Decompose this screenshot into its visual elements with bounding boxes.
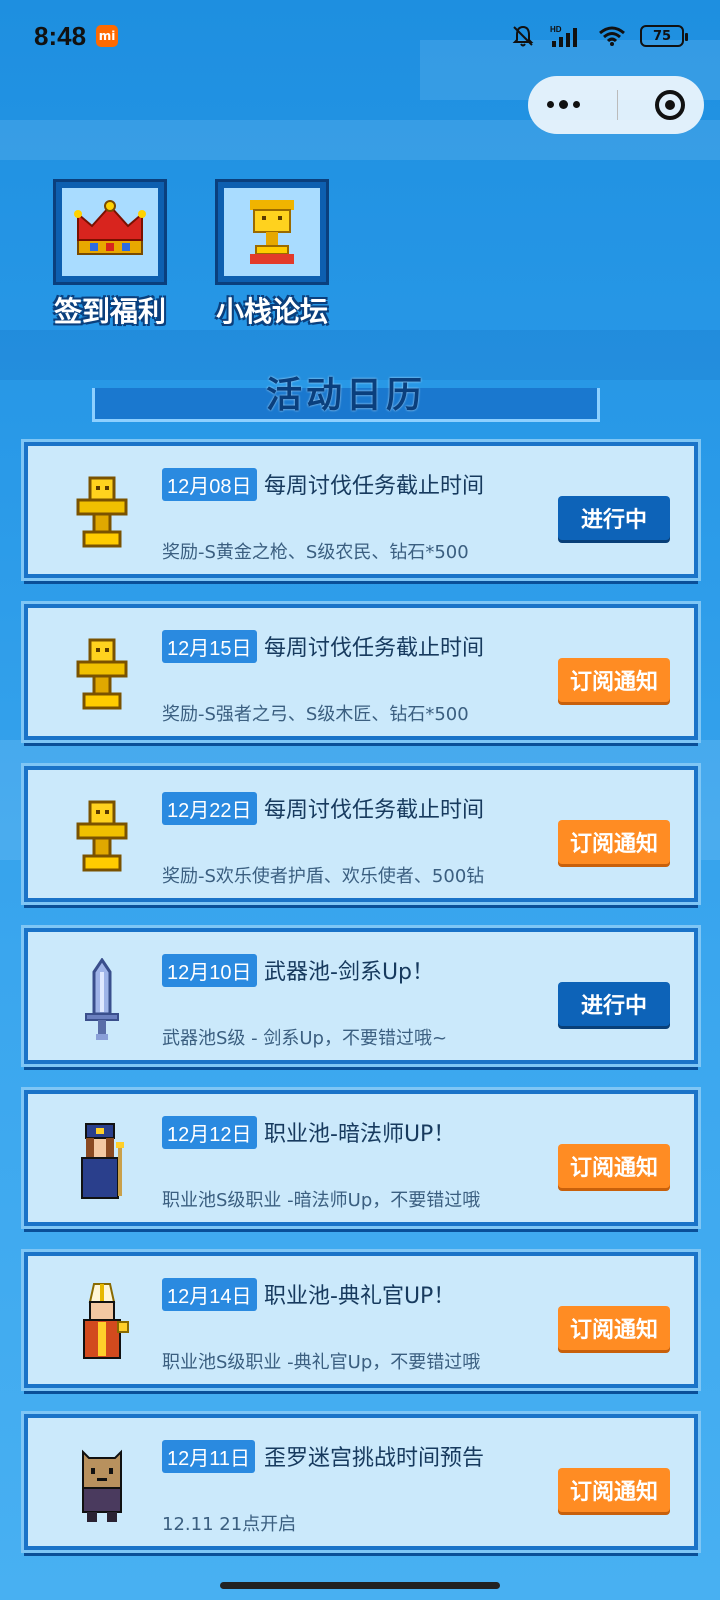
battery-icon: 75 [640,25,688,47]
event-date: 12月15日 [162,630,257,663]
ongoing-button[interactable]: 进行中 [558,496,670,540]
subscribe-button[interactable]: 订阅通知 [558,1468,670,1512]
home-indicator[interactable] [220,1582,500,1589]
trophy-icon [250,200,294,264]
bell-muted-icon [512,25,534,47]
event-desc: 奖励-S黄金之枪、S级农民、钻石*500 [162,542,469,563]
event-title: 歪罗迷宫挑战时间预告 [264,1446,485,1471]
event-card[interactable]: 12月14日 职业池-典礼官UP！ 职业池S级职业 -典礼官Up，不要错过哦 订… [24,1252,698,1388]
status-time: 8:48 [34,20,87,51]
event-list: 12月08日 每周讨伐任务截止时间 奖励-S黄金之枪、S级农民、钻石*500 进… [24,442,698,1576]
event-card[interactable]: 12月12日 职业池-暗法师UP！ 职业池S级职业 -暗法师Up，不要错过哦 订… [24,1090,698,1226]
event-title: 每周讨伐任务截止时间 [264,474,485,499]
miniprogram-capsule [528,76,704,134]
event-title: 每周讨伐任务截止时间 [264,798,485,823]
shortcut-icon-frame [53,179,167,285]
sword-icon [60,958,144,1042]
capsule-divider [616,90,618,120]
signal-icon: HD [550,25,577,47]
event-date: 12月11日 [162,1440,256,1473]
shortcut-checkin[interactable]: 签到福利 [50,179,170,330]
ceremony-officer-icon [60,1282,144,1366]
status-left: 8:48 mi [34,20,119,52]
event-card[interactable]: 12月22日 每周讨伐任务截止时间 奖励-S欢乐使者护盾、欢乐使者、500钻 订… [24,766,698,902]
event-card[interactable]: 12月11日 歪罗迷宫挑战时间预告 12.11 21点开启 订阅通知 [24,1414,698,1550]
crown-icon [74,200,146,255]
more-dots-icon[interactable] [546,100,580,109]
event-desc: 奖励-S强者之弓、S级木匠、钻石*500 [162,704,469,725]
target-icon[interactable] [655,90,686,120]
event-card[interactable]: 12月08日 每周讨伐任务截止时间 奖励-S黄金之枪、S级农民、钻石*500 进… [24,442,698,578]
event-date: 12月08日 [162,468,257,501]
section-title: 活动日历 [265,375,426,416]
network-label: HD [550,25,562,34]
subscribe-button[interactable]: 订阅通知 [558,1306,670,1350]
battery-level: 75 [652,28,672,44]
event-card[interactable]: 12月15日 每周讨伐任务截止时间 奖励-S强者之弓、S级木匠、钻石*500 订… [24,604,698,740]
subscribe-button[interactable]: 订阅通知 [558,820,670,864]
ongoing-button[interactable]: 进行中 [558,982,670,1026]
mi-badge: mi [96,25,119,47]
subscribe-button[interactable]: 订阅通知 [558,1144,670,1188]
event-date: 12月14日 [162,1278,257,1311]
event-desc: 武器池S级 - 剑系Up，不要错过哦~ [162,1028,448,1049]
wairo-icon [60,1444,144,1528]
event-title: 职业池-典礼官UP！ [264,1284,456,1309]
shortcut-label: 小栈论坛 [215,295,328,328]
shortcut-forum[interactable]: 小栈论坛 [212,179,332,330]
shortcut-icon-frame [215,179,329,285]
status-right: HD 75 [510,23,688,49]
event-desc: 12.11 21点开启 [162,1514,297,1535]
shortcut-label: 签到福利 [53,295,166,328]
event-title: 职业池-暗法师UP！ [264,1122,456,1147]
trophy-icon [60,796,144,880]
event-title: 每周讨伐任务截止时间 [264,636,485,661]
event-desc: 职业池S级职业 -典礼官Up，不要错过哦 [162,1352,481,1373]
trophy-icon [60,472,144,556]
event-desc: 职业池S级职业 -暗法师Up，不要错过哦 [162,1190,481,1211]
status-bar: 8:48 mi HD 75 [0,0,720,72]
section-header: 活动日历 [92,375,600,422]
event-date: 12月22日 [162,792,257,825]
event-date: 12月10日 [162,954,257,987]
event-date: 12月12日 [162,1116,257,1149]
event-card[interactable]: 12月10日 武器池-剑系Up！ 武器池S级 - 剑系Up，不要错过哦~ 进行中 [24,928,698,1064]
trophy-icon [60,634,144,718]
event-desc: 奖励-S欢乐使者护盾、欢乐使者、500钻 [162,866,485,887]
event-title: 武器池-剑系Up！ [264,960,435,985]
wifi-icon [599,26,625,46]
dark-mage-icon [60,1120,144,1204]
subscribe-button[interactable]: 订阅通知 [558,658,670,702]
